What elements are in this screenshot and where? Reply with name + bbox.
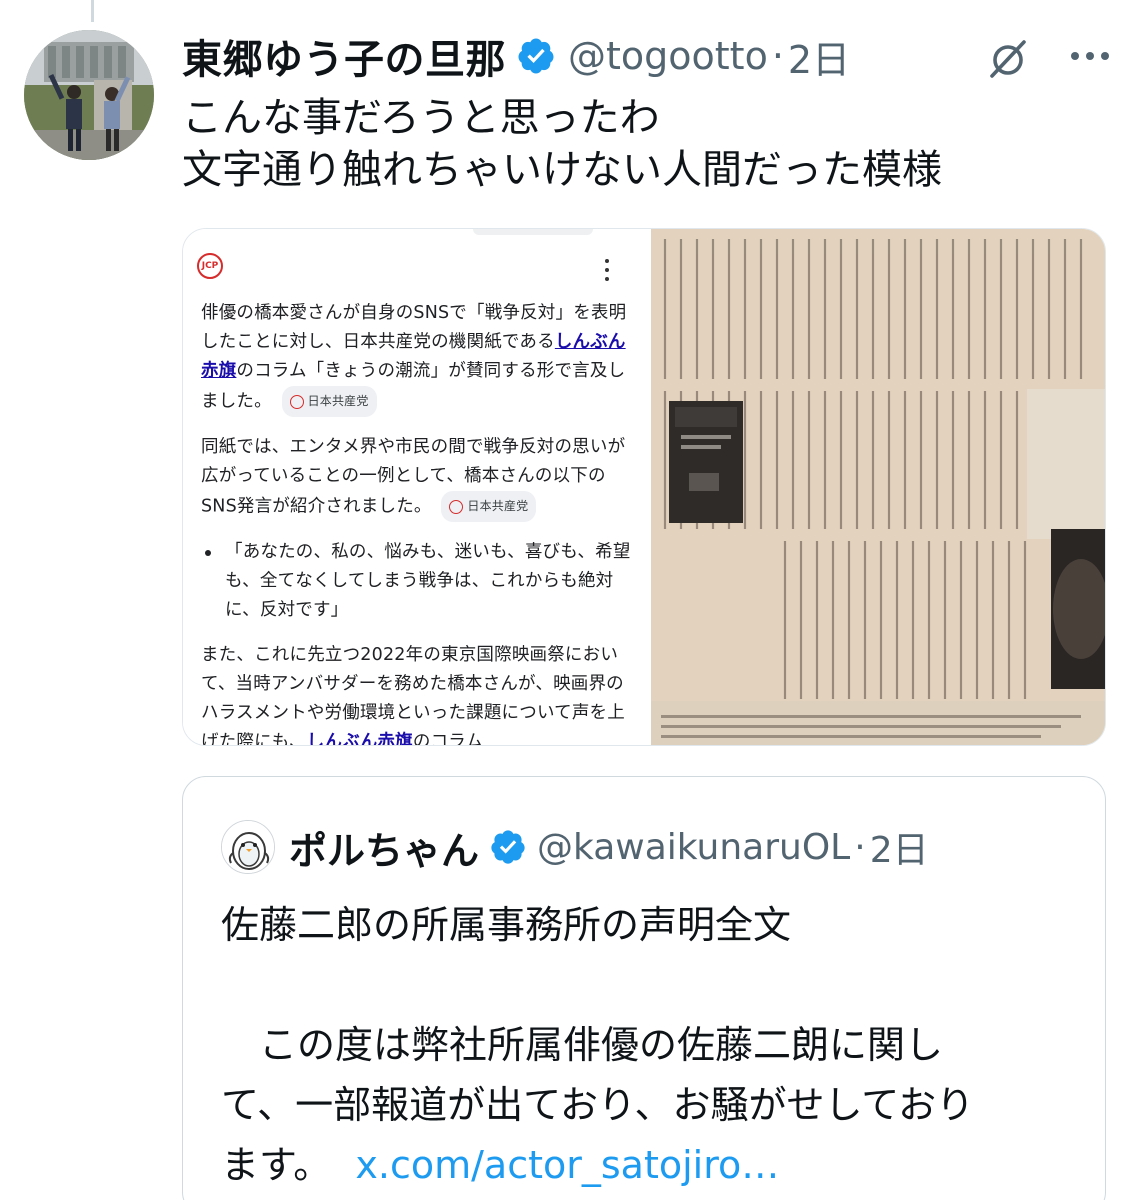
jcp-logo-icon: JCP [197, 253, 223, 279]
source-chip: 日本共産党 [441, 491, 537, 522]
media-grid[interactable]: JCP 俳優の橋本愛さんが自身のSNSで「戦争反対」を表明したことに対し、日本共… [182, 228, 1106, 746]
verified-badge-icon [518, 38, 554, 74]
ai-bullet: 「あなたの、私の、悩みも、迷いも、喜びも、希望も、全てなくしてしまう戦争は、これ… [201, 538, 641, 625]
ai-p3-after: のコラム [412, 732, 484, 746]
separator: · [771, 34, 784, 78]
penguin-avatar-icon [222, 821, 274, 873]
bullet-dot [205, 550, 211, 556]
ai-bullet-text: 「あなたの、私の、悩みも、迷いも、喜びも、希望も、全てなくしてしまう戦争は、これ… [225, 542, 631, 620]
quoted-tweet[interactable]: ポルちゃん @kawaikunaruOL · 2日 佐藤二郎の所属事務所の声明全… [182, 776, 1106, 1200]
top-strip [473, 229, 593, 235]
grok-icon[interactable] [984, 34, 1032, 82]
tweet-text: こんな事だろうと思ったわ 文字通り触れちゃいけない人間だった模様 [182, 92, 942, 196]
quote-display-name[interactable]: ポルちゃん [289, 820, 479, 875]
quote-handle[interactable]: @kawaikunaruOL [537, 827, 850, 868]
ai-paragraph-3: また、これに先立つ2022年の東京国際映画祭において、当時アンバサダーを務めた橋… [201, 641, 641, 746]
display-name[interactable]: 東郷ゆう子の旦那 [182, 27, 506, 85]
magazine-page-photo [651, 229, 1105, 745]
ai-paragraph-1: 俳優の橋本愛さんが自身のSNSで「戦争反対」を表明したことに対し、日本共産党の機… [201, 299, 641, 417]
profile-avatar[interactable] [24, 30, 154, 160]
ai-p2-text: 同紙では、エンタメ界や市民の間で戦争反対の思いが広がっていることの一例として、橋… [201, 437, 626, 517]
jcp-chip-icon [289, 394, 304, 409]
more-icon[interactable] [1060, 38, 1120, 74]
timestamp[interactable]: 2日 [788, 29, 850, 84]
quote-separator: · [854, 826, 866, 868]
quote-header: ポルちゃん @kawaikunaruOL · 2日 [221, 817, 929, 877]
source-chip: 日本共産党 [281, 386, 377, 417]
tweet-line-2: 文字通り触れちゃいけない人間だった模様 [182, 147, 942, 193]
jcp-chip-icon [449, 499, 464, 514]
media-image-magazine[interactable] [651, 229, 1105, 745]
quote-line-4: て、一部報道が出ており、お騒がせしており [221, 1083, 975, 1127]
media-image-ai-overview[interactable]: JCP 俳優の橋本愛さんが自身のSNSで「戦争反対」を表明したことに対し、日本共… [183, 229, 651, 746]
kebab-menu-icon [603, 259, 611, 281]
quote-link[interactable]: x.com/actor_satojiro… [355, 1143, 779, 1187]
source-chip-label: 日本共産党 [467, 499, 529, 513]
ai-p3-text: また、これに先立つ2022年の東京国際映画祭において、当時アンバサダーを務めた橋… [201, 645, 625, 746]
quote-line-1: 佐藤二郎の所属事務所の声明全文 [221, 903, 792, 947]
quote-line-5-text: ます。 [221, 1143, 332, 1187]
tweet-header: 東郷ゆう子の旦那 @togootto · 2日 [182, 26, 850, 86]
ai-p3-link: しんぶん赤旗 [306, 732, 413, 746]
quote-line-3: この度は弊社所属俳優の佐藤二朗に関し [221, 1023, 944, 1067]
profile-photo-icon [24, 30, 154, 160]
thread-line [91, 0, 94, 22]
source-chip-label: 日本共産党 [307, 394, 369, 408]
quote-avatar[interactable] [221, 820, 275, 874]
quote-text: 佐藤二郎の所属事務所の声明全文 この度は弊社所属俳優の佐藤二朗に関し て、一部報… [221, 895, 1081, 1195]
quote-line-5: ます。 x.com/actor_satojiro… [221, 1135, 1081, 1195]
ai-p1-after: のコラム「きょうの潮流」が賛同する形で言及しました。 [201, 361, 626, 412]
tweet-line-1: こんな事だろうと思ったわ [182, 95, 660, 141]
handle[interactable]: @togootto [568, 34, 768, 78]
quote-line-2 [221, 955, 1081, 1015]
ai-overview-text: 俳優の橋本愛さんが自身のSNSで「戦争反対」を表明したことに対し、日本共産党の機… [201, 299, 641, 746]
verified-badge-icon [491, 830, 525, 864]
ai-paragraph-2: 同紙では、エンタメ界や市民の間で戦争反対の思いが広がっていることの一例として、橋… [201, 433, 641, 522]
quote-timestamp[interactable]: 2日 [870, 821, 929, 873]
